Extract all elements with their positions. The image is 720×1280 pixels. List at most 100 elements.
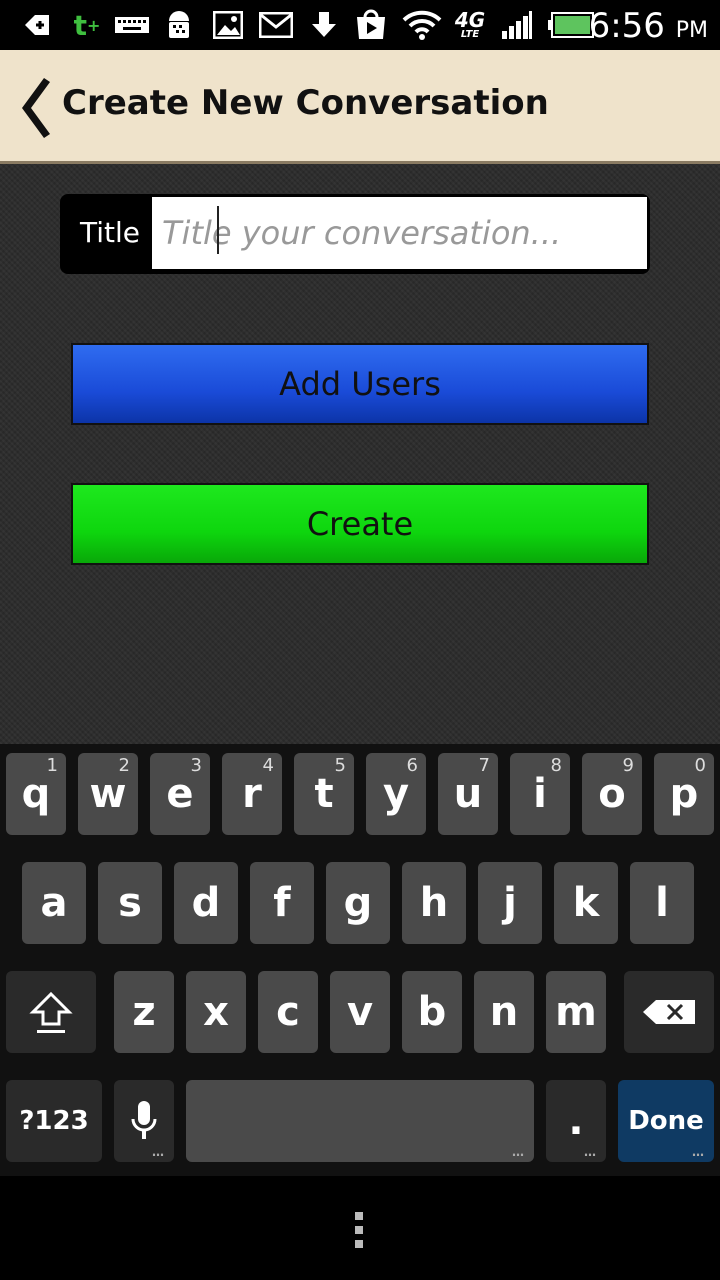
key-g[interactable]: g: [326, 862, 390, 944]
key-r[interactable]: 4r: [222, 753, 282, 835]
shift-icon: [29, 991, 73, 1033]
key-q[interactable]: 1q: [6, 753, 66, 835]
network-sub-label: LTE: [460, 29, 480, 40]
key-o[interactable]: 9o: [582, 753, 642, 835]
key-v[interactable]: v: [330, 971, 390, 1053]
key-f-label: f: [273, 880, 291, 926]
back-chevron-icon: [22, 78, 50, 138]
key-p-num: 0: [694, 755, 706, 776]
gmail-icon: [258, 10, 294, 40]
key-o-label: o: [598, 771, 626, 817]
key-i-num: 8: [550, 755, 562, 776]
key-g-label: g: [343, 880, 373, 926]
key-h[interactable]: h: [402, 862, 466, 944]
key-s-label: s: [118, 880, 142, 926]
title-input[interactable]: [152, 197, 647, 269]
symbols-key[interactable]: ?123: [6, 1080, 102, 1162]
key-y-num: 6: [406, 755, 418, 776]
page-title: Create New Conversation: [62, 83, 549, 123]
title-label: Title: [80, 216, 141, 249]
period-key[interactable]: .…: [546, 1080, 606, 1162]
key-d[interactable]: d: [174, 862, 238, 944]
key-l-label: l: [655, 880, 669, 926]
key-p[interactable]: 0p: [654, 753, 714, 835]
key-z[interactable]: z: [114, 971, 174, 1053]
action-bar: Create New Conversation: [0, 50, 720, 164]
key-w-label: w: [89, 771, 127, 817]
key-s[interactable]: s: [98, 862, 162, 944]
key-a[interactable]: a: [22, 862, 86, 944]
key-w[interactable]: 2w: [78, 753, 138, 835]
clock-ampm: PM: [675, 18, 708, 43]
key-i-label: i: [533, 771, 547, 817]
key-x-label: x: [203, 989, 229, 1035]
gallery-icon: [212, 10, 244, 40]
clock-time: 6:56: [588, 6, 665, 46]
key-c[interactable]: c: [258, 971, 318, 1053]
key-y-label: y: [382, 771, 410, 817]
key-y[interactable]: 6y: [366, 753, 426, 835]
key-m-label: m: [555, 989, 597, 1035]
voice-input-key[interactable]: …: [114, 1080, 174, 1162]
battery-icon: [548, 10, 594, 40]
key-u[interactable]: 7u: [438, 753, 498, 835]
create-button[interactable]: Create: [71, 483, 649, 565]
key-e-label: e: [166, 771, 194, 817]
key-z-label: z: [132, 989, 156, 1035]
key-f[interactable]: f: [250, 862, 314, 944]
symbols-key-label: ?123: [19, 1106, 89, 1136]
key-c-label: c: [276, 989, 300, 1035]
key-l[interactable]: l: [630, 862, 694, 944]
key-h-label: h: [419, 880, 449, 926]
space-key[interactable]: …: [186, 1080, 534, 1162]
title-row: Title: [60, 194, 650, 274]
key-e[interactable]: 3e: [150, 753, 210, 835]
more-dots: …: [512, 1145, 524, 1159]
key-v-label: v: [346, 989, 374, 1035]
text-cursor: [217, 206, 219, 254]
status-bar: t + 4G LTE 6:56 PM: [0, 0, 720, 50]
key-i[interactable]: 8i: [510, 753, 570, 835]
backspace-icon: [643, 1000, 695, 1024]
back-button[interactable]: [16, 72, 52, 144]
signal-icon: [500, 10, 534, 40]
backspace-key[interactable]: [624, 971, 714, 1053]
key-r-num: 4: [262, 755, 274, 776]
key-u-label: u: [453, 771, 483, 817]
overflow-menu-icon[interactable]: [355, 1212, 365, 1254]
shift-key[interactable]: [6, 971, 96, 1053]
key-n-label: n: [489, 989, 519, 1035]
done-key[interactable]: Done…: [618, 1080, 714, 1162]
network-label: 4G: [454, 8, 486, 32]
key-b-label: b: [417, 989, 447, 1035]
key-m[interactable]: m: [546, 971, 606, 1053]
more-dots: …: [692, 1145, 704, 1159]
key-k[interactable]: k: [554, 862, 618, 944]
key-w-num: 2: [118, 755, 130, 776]
period-key-label: .: [568, 1098, 584, 1144]
key-a-label: a: [40, 880, 68, 926]
key-b[interactable]: b: [402, 971, 462, 1053]
android-debug-icon: [163, 10, 195, 40]
more-dots: …: [152, 1145, 164, 1159]
key-j-label: j: [503, 880, 517, 926]
tmobile-plus-icon: t +: [73, 8, 101, 42]
conversation-form: Title Add Users Create: [0, 164, 720, 744]
add-users-button[interactable]: Add Users: [71, 343, 649, 425]
key-x[interactable]: x: [186, 971, 246, 1053]
keyboard-icon: [114, 10, 150, 40]
key-o-num: 9: [622, 755, 634, 776]
play-store-icon: [353, 9, 389, 40]
key-k-label: k: [572, 880, 600, 926]
clock: 6:56 PM: [589, 6, 708, 46]
key-q-label: q: [21, 771, 51, 817]
key-q-num: 1: [46, 755, 58, 776]
key-n[interactable]: n: [474, 971, 534, 1053]
key-u-num: 7: [478, 755, 490, 776]
key-j[interactable]: j: [478, 862, 542, 944]
navigation-bar: [0, 1176, 720, 1280]
key-t-num: 5: [334, 755, 346, 776]
key-t[interactable]: 5t: [294, 753, 354, 835]
key-p-label: p: [669, 771, 699, 817]
more-dots: …: [584, 1145, 596, 1159]
